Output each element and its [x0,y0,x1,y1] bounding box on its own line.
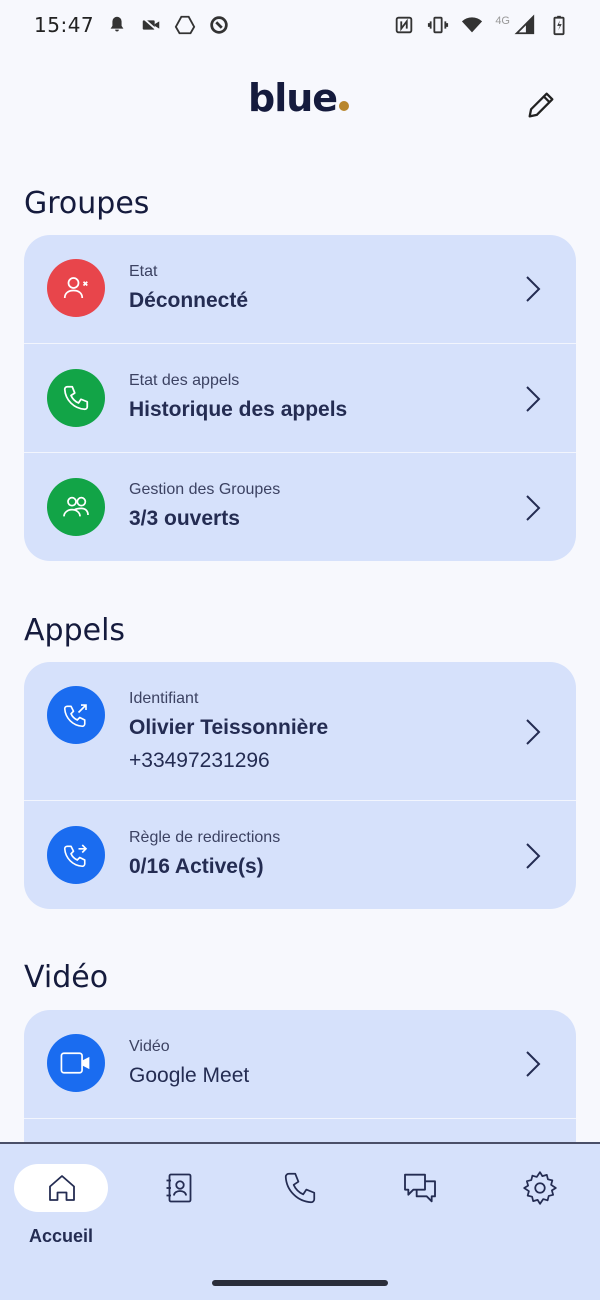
phone-icon [47,369,105,427]
group-icon [47,478,105,536]
wifi-icon [462,17,483,33]
nav-contacts[interactable] [132,1164,228,1212]
status-right: 4G [393,14,570,36]
nav-accueil[interactable] [14,1164,110,1212]
section-title-groupes: Groupes [24,186,150,221]
bottom-navigation: Accueil [0,1142,600,1300]
card-appels: Identifiant Olivier Teissonnière +334972… [24,662,576,909]
row-label: Etat des appels [129,372,240,389]
phone-forward-icon [47,826,105,884]
section-title-appels: Appels [24,613,126,648]
row-value: Olivier Teissonnière [129,716,329,739]
signal-icon [514,14,535,35]
nav-settings[interactable] [492,1164,588,1212]
chevron-right-icon [526,495,541,521]
row-value: Déconnecté [129,289,249,312]
network-type: 4G [495,15,510,27]
video-off-icon [142,16,160,34]
card-groupes: Etat Déconnecté Etat des appels Historiq… [24,235,576,561]
pencil-icon[interactable] [524,88,558,122]
row-phone-number: +33497231296 [129,749,270,772]
home-icon [49,1175,75,1201]
battery-icon [553,15,565,36]
status-time: 15:47 [34,13,95,37]
app-header: blue [0,60,600,140]
phone-outgoing-icon [47,686,105,744]
row-label: Etat [129,263,158,280]
chevron-right-icon [526,386,541,412]
home-indicator[interactable] [212,1280,388,1286]
chat-icon [404,1173,436,1203]
chevron-right-icon [526,843,541,869]
nav-messages[interactable] [372,1164,468,1212]
row-label: Règle de redirections [129,829,281,846]
row-video[interactable]: Vidéo Google Meet [24,1010,576,1118]
row-value: 0/16 Active(s) [129,855,264,878]
logo-text: blue [248,76,338,120]
row-etat[interactable]: Etat Déconnecté [24,235,576,343]
status-left: 15:47 [34,13,230,37]
app-logo: blue [248,76,350,120]
logo-accent-dot [339,101,350,111]
contacts-icon [166,1173,192,1203]
row-value: 3/3 ouverts [129,507,240,530]
vibrate-icon [428,16,449,34]
user-x-icon [47,259,105,317]
row-regle-de-redirections[interactable]: Règle de redirections 0/16 Active(s) [24,800,576,909]
chevron-right-icon [526,719,541,745]
row-label: Identifiant [129,690,199,707]
section-title-video: Vidéo [24,960,109,995]
chevron-right-icon [526,1051,541,1077]
chevron-right-icon [526,276,541,302]
nav-label-accueil: Accueil [28,1226,94,1246]
phone-icon [284,1172,316,1204]
drive-icon [174,15,196,35]
row-identifiant[interactable]: Identifiant Olivier Teissonnière +334972… [24,662,576,800]
row-etat-des-appels[interactable]: Etat des appels Historique des appels [24,343,576,452]
sync-icon [210,16,228,34]
row-label: Vidéo [129,1038,170,1055]
row-gestion-des-groupes[interactable]: Gestion des Groupes 3/3 ouverts [24,452,576,561]
nav-phone[interactable] [252,1164,348,1212]
row-value: Google Meet [129,1064,250,1087]
notification-bell-icon [110,16,124,32]
status-bar: 15:47 4G [0,0,600,50]
settings-gear-icon [523,1171,557,1205]
row-value: Historique des appels [129,398,348,421]
row-label: Gestion des Groupes [129,481,281,498]
video-camera-icon [47,1034,105,1092]
nfc-icon [396,16,413,34]
